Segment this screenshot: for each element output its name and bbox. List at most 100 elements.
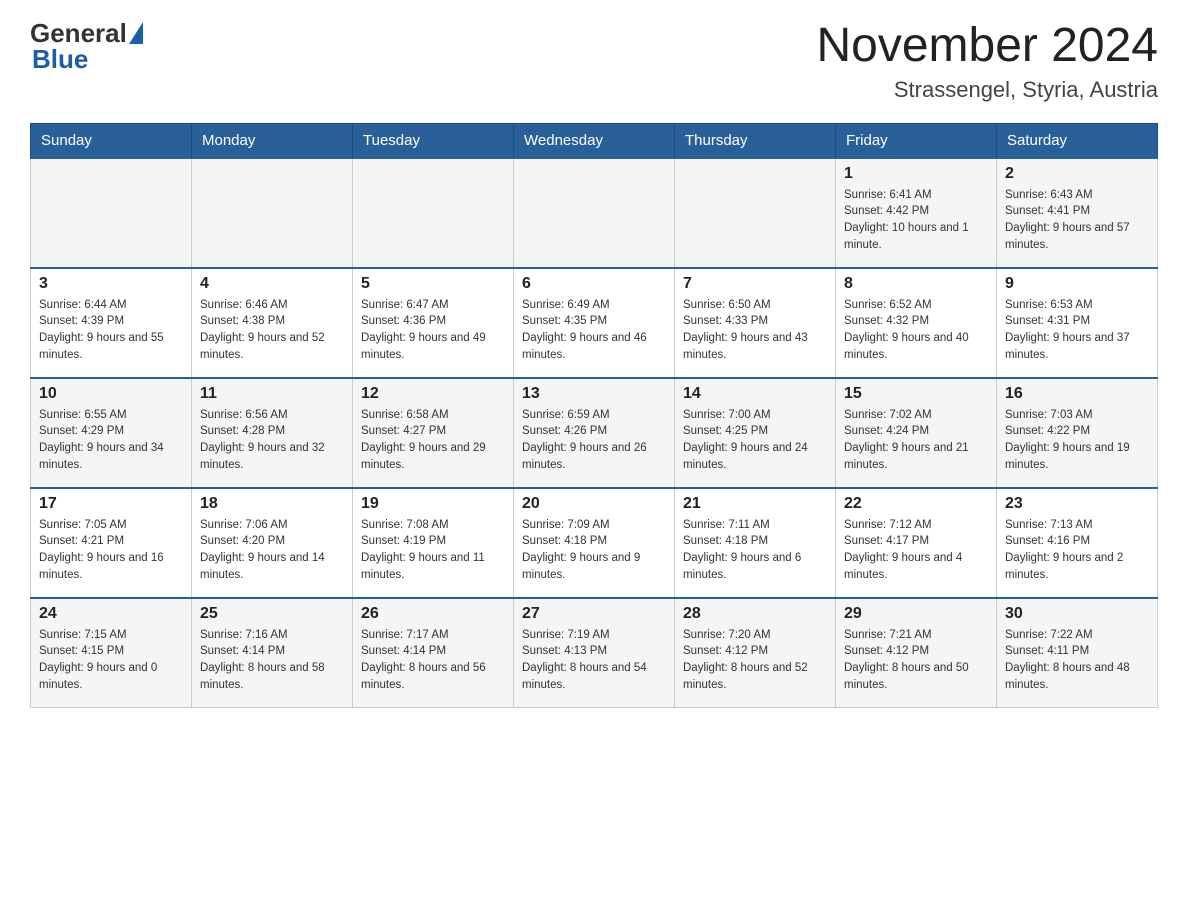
day-info: Sunrise: 6:56 AM Sunset: 4:28 PM Dayligh… <box>200 407 344 474</box>
day-number: 12 <box>361 385 505 403</box>
day-cell: 28 Sunrise: 7:20 AM Sunset: 4:12 PM Dayli… <box>675 598 836 708</box>
weekday-header-monday: Monday <box>192 123 353 158</box>
day-number: 18 <box>200 495 344 513</box>
calendar-table: SundayMondayTuesdayWednesdayThursdayFrid… <box>30 123 1158 709</box>
day-cell: 7 Sunrise: 6:50 AM Sunset: 4:33 PM Daylig… <box>675 268 836 378</box>
day-cell <box>514 158 675 268</box>
day-number: 28 <box>683 605 827 623</box>
day-info: Sunrise: 6:44 AM Sunset: 4:39 PM Dayligh… <box>39 297 183 364</box>
day-number: 22 <box>844 495 988 513</box>
day-number: 8 <box>844 275 988 293</box>
day-info: Sunrise: 6:55 AM Sunset: 4:29 PM Dayligh… <box>39 407 183 474</box>
day-number: 29 <box>844 605 988 623</box>
day-number: 16 <box>1005 385 1149 403</box>
day-cell: 16 Sunrise: 7:03 AM Sunset: 4:22 PM Dayli… <box>997 378 1158 488</box>
weekday-header-wednesday: Wednesday <box>514 123 675 158</box>
day-number: 15 <box>844 385 988 403</box>
day-cell <box>675 158 836 268</box>
day-info: Sunrise: 7:15 AM Sunset: 4:15 PM Dayligh… <box>39 627 183 694</box>
day-cell: 3 Sunrise: 6:44 AM Sunset: 4:39 PM Daylig… <box>31 268 192 378</box>
day-number: 14 <box>683 385 827 403</box>
day-info: Sunrise: 7:22 AM Sunset: 4:11 PM Dayligh… <box>1005 627 1149 694</box>
day-number: 24 <box>39 605 183 623</box>
weekday-header-tuesday: Tuesday <box>353 123 514 158</box>
day-cell <box>31 158 192 268</box>
logo: General Blue <box>30 20 145 73</box>
day-cell: 11 Sunrise: 6:56 AM Sunset: 4:28 PM Dayli… <box>192 378 353 488</box>
day-cell: 5 Sunrise: 6:47 AM Sunset: 4:36 PM Daylig… <box>353 268 514 378</box>
day-info: Sunrise: 7:06 AM Sunset: 4:20 PM Dayligh… <box>200 517 344 584</box>
day-cell: 27Sunrise: 7:19 AM Sunset: 4:13 PM Dayli… <box>514 598 675 708</box>
day-cell: 25 Sunrise: 7:16 AM Sunset: 4:14 PM Dayli… <box>192 598 353 708</box>
day-number: 23 <box>1005 495 1149 513</box>
day-info: Sunrise: 6:50 AM Sunset: 4:33 PM Dayligh… <box>683 297 827 364</box>
day-info: Sunrise: 7:05 AM Sunset: 4:21 PM Dayligh… <box>39 517 183 584</box>
day-info: Sunrise: 6:59 AM Sunset: 4:26 PM Dayligh… <box>522 407 666 474</box>
day-number: 13 <box>522 385 666 403</box>
day-number: 2 <box>1005 165 1149 183</box>
weekday-header-sunday: Sunday <box>31 123 192 158</box>
day-cell <box>353 158 514 268</box>
week-row-1: 1 Sunrise: 6:41 AM Sunset: 4:42 PM Daylig… <box>31 158 1158 268</box>
day-cell: 15Sunrise: 7:02 AM Sunset: 4:24 PM Dayli… <box>836 378 997 488</box>
day-info: Sunrise: 7:13 AM Sunset: 4:16 PM Dayligh… <box>1005 517 1149 584</box>
day-cell: 18 Sunrise: 7:06 AM Sunset: 4:20 PM Dayli… <box>192 488 353 598</box>
month-title: November 2024 <box>816 20 1158 73</box>
day-cell: 22 Sunrise: 7:12 AM Sunset: 4:17 PM Dayli… <box>836 488 997 598</box>
day-info: Sunrise: 6:41 AM Sunset: 4:42 PM Dayligh… <box>844 187 988 254</box>
week-row-4: 17 Sunrise: 7:05 AM Sunset: 4:21 PM Dayli… <box>31 488 1158 598</box>
day-info: Sunrise: 6:53 AM Sunset: 4:31 PM Dayligh… <box>1005 297 1149 364</box>
day-info: Sunrise: 6:58 AM Sunset: 4:27 PM Dayligh… <box>361 407 505 474</box>
page-header: General Blue November 2024 Strassengel, … <box>30 20 1158 103</box>
day-number: 19 <box>361 495 505 513</box>
day-number: 4 <box>200 275 344 293</box>
day-info: Sunrise: 7:20 AM Sunset: 4:12 PM Dayligh… <box>683 627 827 694</box>
day-number: 26 <box>361 605 505 623</box>
week-row-2: 3 Sunrise: 6:44 AM Sunset: 4:39 PM Daylig… <box>31 268 1158 378</box>
day-number: 5 <box>361 275 505 293</box>
day-cell <box>192 158 353 268</box>
day-info: Sunrise: 7:03 AM Sunset: 4:22 PM Dayligh… <box>1005 407 1149 474</box>
day-cell: 2Sunrise: 6:43 AM Sunset: 4:41 PM Daylig… <box>997 158 1158 268</box>
day-number: 3 <box>39 275 183 293</box>
week-row-3: 10 Sunrise: 6:55 AM Sunset: 4:29 PM Dayli… <box>31 378 1158 488</box>
day-info: Sunrise: 6:46 AM Sunset: 4:38 PM Dayligh… <box>200 297 344 364</box>
day-info: Sunrise: 7:12 AM Sunset: 4:17 PM Dayligh… <box>844 517 988 584</box>
day-cell: 24 Sunrise: 7:15 AM Sunset: 4:15 PM Dayli… <box>31 598 192 708</box>
day-cell: 13 Sunrise: 6:59 AM Sunset: 4:26 PM Dayli… <box>514 378 675 488</box>
weekday-header-saturday: Saturday <box>997 123 1158 158</box>
day-number: 11 <box>200 385 344 403</box>
day-cell: 26Sunrise: 7:17 AM Sunset: 4:14 PM Dayli… <box>353 598 514 708</box>
day-info: Sunrise: 6:47 AM Sunset: 4:36 PM Dayligh… <box>361 297 505 364</box>
day-number: 10 <box>39 385 183 403</box>
day-number: 21 <box>683 495 827 513</box>
day-cell: 4 Sunrise: 6:46 AM Sunset: 4:38 PM Daylig… <box>192 268 353 378</box>
day-info: Sunrise: 6:52 AM Sunset: 4:32 PM Dayligh… <box>844 297 988 364</box>
day-number: 7 <box>683 275 827 293</box>
location-subtitle: Strassengel, Styria, Austria <box>816 77 1158 103</box>
day-number: 27 <box>522 605 666 623</box>
day-info: Sunrise: 7:08 AM Sunset: 4:19 PM Dayligh… <box>361 517 505 584</box>
day-cell: 9Sunrise: 6:53 AM Sunset: 4:31 PM Daylig… <box>997 268 1158 378</box>
day-number: 30 <box>1005 605 1149 623</box>
weekday-header-row: SundayMondayTuesdayWednesdayThursdayFrid… <box>31 123 1158 158</box>
day-cell: 17 Sunrise: 7:05 AM Sunset: 4:21 PM Dayli… <box>31 488 192 598</box>
day-info: Sunrise: 6:49 AM Sunset: 4:35 PM Dayligh… <box>522 297 666 364</box>
day-info: Sunrise: 7:09 AM Sunset: 4:18 PM Dayligh… <box>522 517 666 584</box>
day-number: 25 <box>200 605 344 623</box>
day-number: 17 <box>39 495 183 513</box>
day-cell: 10 Sunrise: 6:55 AM Sunset: 4:29 PM Dayli… <box>31 378 192 488</box>
day-cell: 1 Sunrise: 6:41 AM Sunset: 4:42 PM Daylig… <box>836 158 997 268</box>
day-number: 6 <box>522 275 666 293</box>
day-cell: 29 Sunrise: 7:21 AM Sunset: 4:12 PM Dayli… <box>836 598 997 708</box>
day-info: Sunrise: 7:16 AM Sunset: 4:14 PM Dayligh… <box>200 627 344 694</box>
weekday-header-friday: Friday <box>836 123 997 158</box>
day-info: Sunrise: 7:00 AM Sunset: 4:25 PM Dayligh… <box>683 407 827 474</box>
day-cell: 12 Sunrise: 6:58 AM Sunset: 4:27 PM Dayli… <box>353 378 514 488</box>
day-number: 1 <box>844 165 988 183</box>
logo-blue-text: Blue <box>32 44 88 74</box>
day-cell: 21 Sunrise: 7:11 AM Sunset: 4:18 PM Dayli… <box>675 488 836 598</box>
day-cell: 19 Sunrise: 7:08 AM Sunset: 4:19 PM Dayli… <box>353 488 514 598</box>
day-info: Sunrise: 7:11 AM Sunset: 4:18 PM Dayligh… <box>683 517 827 584</box>
day-info: Sunrise: 7:21 AM Sunset: 4:12 PM Dayligh… <box>844 627 988 694</box>
